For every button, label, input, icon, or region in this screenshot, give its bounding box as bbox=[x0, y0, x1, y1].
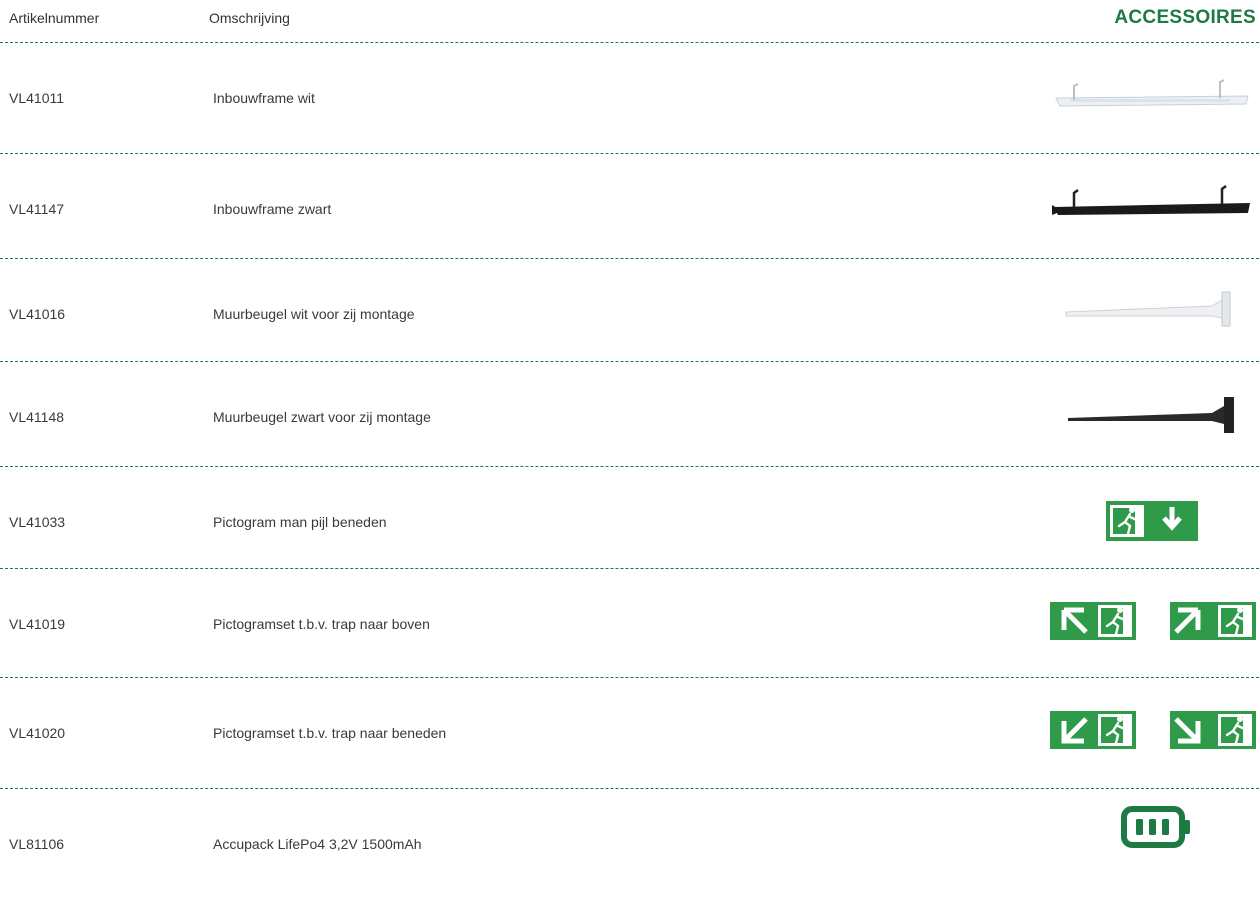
exit-sign-set-stairs-down-image bbox=[1046, 679, 1259, 787]
section-title: ACCESSOIRES bbox=[1114, 7, 1256, 28]
description: Accupack LifePo4 3,2V 1500mAh bbox=[213, 836, 422, 852]
article-number: VL81106 bbox=[9, 836, 65, 852]
article-number: VL41011 bbox=[9, 90, 65, 106]
description: Pictogram man pijl beneden bbox=[213, 514, 387, 530]
description: Inbouwframe wit bbox=[213, 90, 315, 106]
table-row: VL41033 Pictogram man pijl beneden bbox=[0, 468, 1259, 576]
white-recess-frame-image bbox=[1052, 44, 1252, 152]
column-header-article-number: Artikelnummer bbox=[9, 10, 100, 26]
table-row: VL81106 Accupack LifePo4 3,2V 1500mAh bbox=[0, 790, 1259, 898]
table-row: VL41011 Inbouwframe wit bbox=[0, 44, 1259, 152]
exit-sign-man-arrow-down-image bbox=[1104, 468, 1200, 576]
article-number: VL41033 bbox=[9, 514, 66, 530]
exit-sign-set-stairs-up-image bbox=[1046, 570, 1259, 678]
description: Muurbeugel zwart voor zij montage bbox=[213, 409, 431, 425]
battery-icon bbox=[1114, 790, 1194, 898]
black-wall-bracket-image bbox=[1066, 363, 1256, 471]
description: Pictogramset t.b.v. trap naar beneden bbox=[213, 725, 447, 741]
description: Muurbeugel wit voor zij montage bbox=[213, 306, 415, 322]
description: Inbouwframe zwart bbox=[213, 201, 332, 217]
article-number: VL41019 bbox=[9, 616, 66, 632]
row-divider bbox=[0, 788, 1259, 789]
table-row: VL41019 Pictogramset t.b.v. trap naar bo… bbox=[0, 570, 1259, 678]
row-divider bbox=[0, 153, 1259, 154]
article-number: VL41148 bbox=[9, 409, 65, 425]
table-row: VL41148 Muurbeugel zwart voor zij montag… bbox=[0, 363, 1259, 471]
description: Pictogramset t.b.v. trap naar boven bbox=[213, 616, 430, 632]
table-row: VL41020 Pictogramset t.b.v. trap naar be… bbox=[0, 679, 1259, 787]
black-recess-frame-image bbox=[1052, 155, 1252, 263]
article-number: VL41147 bbox=[9, 201, 65, 217]
table-row: VL41147 Inbouwframe zwart bbox=[0, 155, 1259, 263]
row-divider bbox=[0, 42, 1259, 43]
white-wall-bracket-image bbox=[1062, 260, 1258, 368]
table-header: Artikelnummer Omschrijving ACCESSOIRES bbox=[0, 0, 1259, 42]
column-header-description: Omschrijving bbox=[209, 10, 290, 26]
article-number: VL41016 bbox=[9, 306, 66, 322]
article-number: VL41020 bbox=[9, 725, 66, 741]
table-row: VL41016 Muurbeugel wit voor zij montage bbox=[0, 260, 1259, 368]
